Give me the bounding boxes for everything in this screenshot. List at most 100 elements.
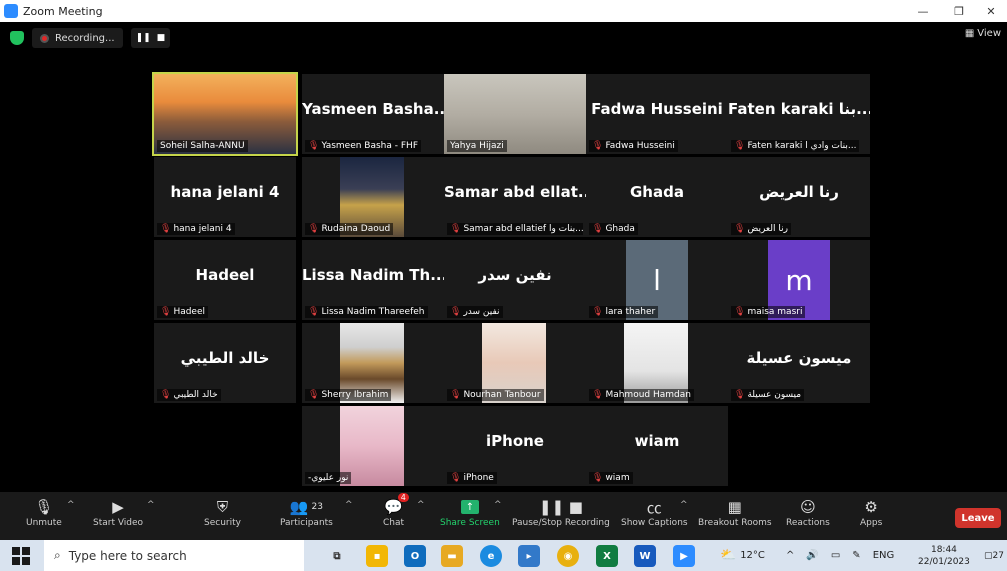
stop-recording-icon[interactable]: ■ bbox=[157, 33, 166, 43]
volume-icon[interactable]: 🔊 bbox=[806, 550, 818, 561]
participant-tile[interactable]: Soheil Salha-ANNU bbox=[152, 72, 298, 156]
participant-tile[interactable]: Ghada 🎙 Ghada bbox=[586, 157, 728, 237]
tray-chevron-icon[interactable]: ^ bbox=[786, 550, 794, 561]
participant-display-name: Faten karaki بنا... bbox=[728, 100, 870, 118]
notifications-button[interactable]: ▢ 27 bbox=[984, 540, 1004, 571]
chat-button[interactable]: 💬 4 Chat bbox=[383, 493, 409, 528]
share-caret-icon[interactable]: ^ bbox=[494, 500, 502, 510]
participant-name-label: 🎙 lara thaher bbox=[589, 306, 659, 318]
participant-tile[interactable]: خالد الطيبي 🎙 خالد الطيبي bbox=[154, 323, 296, 403]
security-button[interactable]: ⛨ Security bbox=[204, 496, 241, 528]
edge-browser-icon[interactable]: e bbox=[480, 545, 502, 567]
file-explorer-icon[interactable]: ▬ bbox=[441, 545, 463, 567]
participant-tile[interactable]: نفين سدر 🎙 نفين سدر bbox=[444, 240, 586, 320]
clock-date: 22/01/2023 bbox=[918, 556, 970, 567]
participant-tile[interactable]: 🎙 Nourhan Tanbour bbox=[444, 323, 586, 403]
participant-tile[interactable]: Faten karaki بنا... 🎙Faten karaki بنات وا… bbox=[728, 74, 870, 154]
participant-label-text: Samar abd ellatief بنات وا... bbox=[463, 224, 583, 234]
participant-tile[interactable]: 🎙 Mahmoud Hamdan bbox=[586, 323, 728, 403]
participant-label-text: Fadwa Husseini bbox=[605, 141, 675, 151]
participant-display-name: Yasmeen Basha... bbox=[302, 100, 444, 118]
apps-button[interactable]: ⚙ Apps bbox=[860, 496, 882, 528]
participant-name-label: Soheil Salha-ANNU bbox=[157, 140, 248, 152]
task-view-icon[interactable]: ⧉ bbox=[326, 545, 348, 567]
captions-cc-icon: ㏄ bbox=[646, 498, 662, 517]
participant-tile[interactable]: ميسون عسيلة 🎙 ميسون عسيلة bbox=[728, 323, 870, 403]
participant-display-name: Fadwa Husseini bbox=[591, 100, 723, 118]
participant-name-label: 🎙 Lissa Nadim Thareefeh bbox=[305, 306, 428, 318]
participant-name-label: 🎙 نفين سدر bbox=[447, 306, 503, 318]
chat-caret-icon[interactable]: ^ bbox=[417, 500, 425, 510]
minimize-button[interactable]: — bbox=[907, 0, 939, 22]
participant-tile[interactable]: Yahya Hijazi bbox=[444, 74, 586, 154]
leave-button[interactable]: Leave bbox=[955, 508, 1001, 528]
record-dot-icon bbox=[40, 33, 49, 43]
muted-mic-icon: 🎙 bbox=[450, 224, 462, 234]
participants-caret-icon[interactable]: ^ bbox=[345, 500, 353, 510]
zoom-taskbar-icon[interactable]: ▶ bbox=[673, 545, 695, 567]
pause-stop-recording-button[interactable]: ❚❚ ■ Pause/Stop Recording bbox=[512, 496, 610, 528]
participant-tile[interactable]: 🎙 Rudaina Daoud bbox=[302, 157, 444, 237]
show-captions-button[interactable]: ㏄ Show Captions bbox=[621, 496, 688, 529]
participant-display-name: رنا العريض bbox=[759, 183, 839, 201]
outlook-icon[interactable]: O bbox=[404, 545, 426, 567]
participant-tile[interactable]: wiam 🎙 wiam bbox=[586, 406, 728, 486]
view-button[interactable]: ▦ View bbox=[965, 28, 1001, 39]
participant-display-name: Lissa Nadim Th... bbox=[302, 266, 444, 284]
participant-tile[interactable]: Hadeel 🎙 Hadeel bbox=[154, 240, 296, 320]
breakout-rooms-button[interactable]: ▦ Breakout Rooms bbox=[698, 496, 772, 528]
participant-tile[interactable]: l 🎙 lara thaher bbox=[586, 240, 728, 320]
apps-icon: ⚙ bbox=[864, 498, 878, 516]
participant-label-text: Yahya Hijazi bbox=[450, 141, 504, 151]
participant-name-label: Yahya Hijazi bbox=[447, 140, 507, 152]
participant-tile[interactable]: Lissa Nadim Th... 🎙 Lissa Nadim Thareefeh bbox=[302, 240, 444, 320]
audio-options-caret-icon[interactable]: ^ bbox=[67, 500, 75, 510]
share-screen-button[interactable]: ↑ Share Screen bbox=[440, 496, 500, 528]
participant-name-label: 🎙 Samar abd ellatief بنات وا... bbox=[447, 223, 583, 235]
participant-tile[interactable]: -نور عليوي bbox=[302, 406, 444, 486]
restore-button[interactable]: ❐ bbox=[943, 0, 975, 22]
video-options-caret-icon[interactable]: ^ bbox=[147, 500, 155, 510]
chrome-icon[interactable]: ◉ bbox=[557, 545, 579, 567]
excel-icon[interactable]: X bbox=[596, 545, 618, 567]
participant-label-text: Mahmoud Hamdan bbox=[605, 390, 691, 400]
participant-label-text: Soheil Salha-ANNU bbox=[160, 141, 245, 151]
taskbar-search-input[interactable]: ⌕ Type here to search bbox=[44, 540, 304, 571]
start-video-button[interactable]: ▶ Start Video bbox=[93, 496, 143, 528]
breakout-rooms-icon: ▦ bbox=[727, 498, 742, 516]
participant-tile[interactable]: 🎙 Sherry Ibrahim bbox=[302, 323, 444, 403]
muted-mic-icon: 🎙 bbox=[308, 141, 320, 151]
close-button[interactable]: ✕ bbox=[975, 0, 1007, 22]
language-indicator[interactable]: ENG bbox=[873, 550, 895, 561]
teams-icon[interactable]: ▸ bbox=[518, 545, 540, 567]
participant-label-text: نفين سدر bbox=[463, 307, 500, 317]
microsoft-store-icon[interactable]: ▪ bbox=[366, 545, 388, 567]
participant-tile[interactable]: hana jelani 4 🎙 hana jelani 4 bbox=[154, 157, 296, 237]
unmute-button[interactable]: 🎙 Unmute bbox=[26, 496, 62, 528]
participant-tile[interactable]: Yasmeen Basha... 🎙 Yasmeen Basha - FHF bbox=[302, 74, 444, 154]
participant-name-label: 🎙 Hadeel bbox=[157, 306, 209, 318]
grid-view-icon: ▦ bbox=[964, 28, 975, 39]
participant-tile[interactable]: Samar abd ellat... 🎙 Samar abd ellatief بن… bbox=[444, 157, 586, 237]
pause-recording-icon[interactable]: ❚❚ bbox=[136, 33, 151, 43]
participants-button[interactable]: 👥 23 Participants bbox=[280, 496, 333, 528]
participant-label-text: maisa masri bbox=[747, 307, 803, 317]
encryption-shield-icon[interactable] bbox=[10, 31, 24, 45]
participant-tile[interactable]: iPhone 🎙 iPhone bbox=[444, 406, 586, 486]
muted-mic-icon: 🎙 bbox=[160, 307, 172, 317]
participant-display-name: wiam bbox=[634, 432, 680, 450]
participant-tile[interactable]: Fadwa Husseini 🎙 Fadwa Husseini bbox=[586, 74, 728, 154]
windows-start-icon[interactable] bbox=[12, 546, 30, 565]
captions-caret-icon[interactable]: ^ bbox=[680, 500, 688, 510]
weather-temperature: 12°C bbox=[740, 550, 765, 561]
muted-mic-icon: 🎙 bbox=[450, 390, 462, 400]
participant-tile[interactable]: m 🎙 maisa masri bbox=[728, 240, 870, 320]
search-icon: ⌕ bbox=[54, 548, 61, 562]
participant-tile[interactable]: رنا العريض 🎙 رنا العريض bbox=[728, 157, 870, 237]
reactions-button[interactable]: ☺ Reactions bbox=[786, 496, 830, 528]
weather-widget[interactable]: ⛅ 12°C bbox=[720, 540, 765, 571]
word-icon[interactable]: W bbox=[634, 545, 656, 567]
battery-icon[interactable]: ▭ bbox=[831, 550, 840, 561]
clock[interactable]: 18:44 22/01/2023 bbox=[918, 540, 970, 571]
pen-icon[interactable]: ✎ bbox=[852, 550, 860, 561]
